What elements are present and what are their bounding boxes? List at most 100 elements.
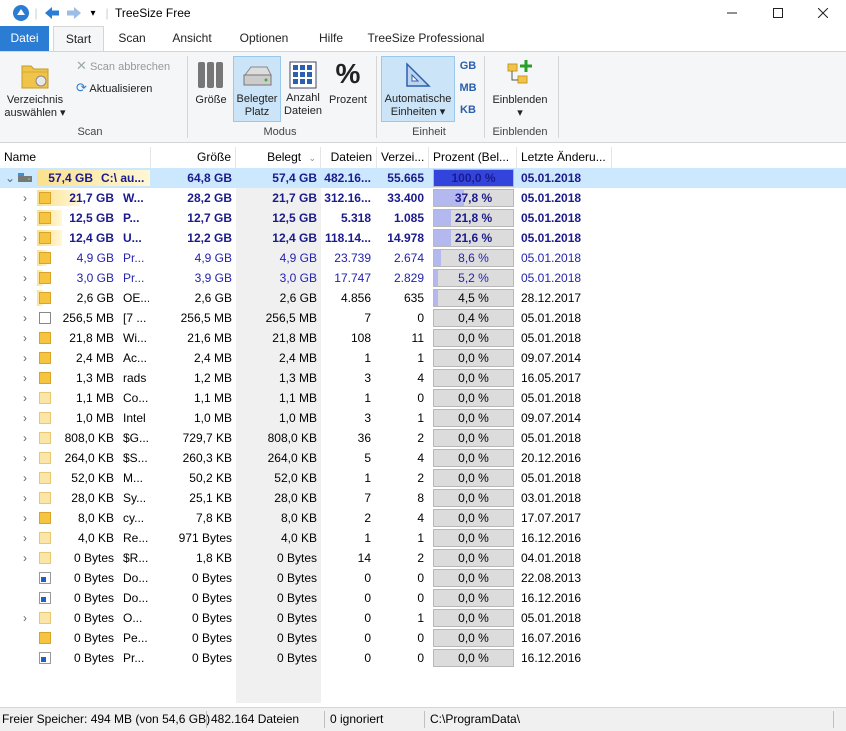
table-row[interactable]: › 808,0 KB $G... 729,7 KB 808,0 KB 36 2 0,0 % 05… xyxy=(0,428,846,448)
column-folders[interactable]: Verzei... xyxy=(377,147,429,168)
expand-icon[interactable]: › xyxy=(23,508,35,528)
close-button[interactable] xyxy=(800,0,846,26)
expand-icon[interactable]: › xyxy=(23,468,35,488)
mode-file-count-button[interactable]: Anzahl Dateien xyxy=(283,56,323,122)
table-row[interactable]: › 4,9 GB Pr... 4,9 GB 4,9 GB 23.739 2.674 8,6 %… xyxy=(0,248,846,268)
table-row[interactable]: › 1,3 MB rads 1,2 MB 1,3 MB 3 4 0,0 % 16.05.2017 xyxy=(0,368,846,388)
group-label-modus: Modus xyxy=(263,126,297,138)
show-button[interactable]: Einblenden ▾ xyxy=(489,56,551,122)
column-allocated[interactable]: Belegt ⌄ xyxy=(236,147,321,168)
table-row[interactable]: › 21,7 GB W... 28,2 GB 21,7 GB 312.16... 33.40… xyxy=(0,188,846,208)
percent-bar: 0,0 % xyxy=(433,649,514,667)
expand-icon[interactable]: › xyxy=(23,288,35,308)
expand-icon[interactable]: › xyxy=(23,268,35,288)
expand-icon[interactable]: › xyxy=(23,488,35,508)
tab-datei[interactable]: Datei xyxy=(0,26,49,51)
tab-scan[interactable]: Scan xyxy=(108,26,156,51)
table-row[interactable]: › 8,0 KB cy... 7,8 KB 8,0 KB 2 4 0,0 % 17.07.201… xyxy=(0,508,846,528)
size-label: 4,9 GB xyxy=(76,251,114,265)
tab-hilfe[interactable]: Hilfe xyxy=(306,26,356,51)
folder-icon xyxy=(39,372,51,384)
expand-icon[interactable]: › xyxy=(23,328,35,348)
percent-bar: 0,0 % xyxy=(433,589,514,607)
status-path: C:\ProgramData\ xyxy=(430,712,521,726)
table-row[interactable]: › 12,4 GB U... 12,2 GB 12,4 GB 118.14... 14.97… xyxy=(0,228,846,248)
auto-units-button[interactable]: Automatische Einheiten ▾ xyxy=(381,56,455,122)
tab-optionen[interactable]: Optionen xyxy=(230,26,298,51)
collapse-icon[interactable]: ⌄ xyxy=(5,168,17,188)
table-row[interactable]: › 21,8 MB Wi... 21,6 MB 21,8 MB 108 11 0,0 % 05.… xyxy=(0,328,846,348)
table-row[interactable]: › 4,0 KB Re... 971 Bytes 4,0 KB 1 1 0,0 % 16.12.… xyxy=(0,528,846,548)
back-icon[interactable] xyxy=(42,0,62,26)
item-name: $S... xyxy=(123,451,148,465)
table-row[interactable]: › 3,0 GB Pr... 3,9 GB 3,0 GB 17.747 2.829 5,2 %… xyxy=(0,268,846,288)
table-row[interactable]: › 52,0 KB M... 50,2 KB 52,0 KB 1 2 0,0 % 05.01.2… xyxy=(0,468,846,488)
table-row[interactable]: 0 Bytes Pe... 0 Bytes 0 Bytes 0 0 0,0 % 16.07.2… xyxy=(0,628,846,648)
quick-access-dropdown-icon[interactable]: ▾ xyxy=(86,0,100,26)
item-name: rads xyxy=(123,371,147,385)
table-row[interactable]: › 1,0 MB Intel 1,0 MB 1,0 MB 3 1 0,0 % 09.07.201… xyxy=(0,408,846,428)
maximize-button[interactable] xyxy=(755,0,801,26)
table-row[interactable]: 0 Bytes Do... 0 Bytes 0 Bytes 0 0 0,0 % 16.12.2… xyxy=(0,588,846,608)
abort-scan-button[interactable]: ✕ Scan abbrechen xyxy=(76,59,184,74)
size-label: 12,4 GB xyxy=(69,231,114,245)
item-name: P... xyxy=(123,211,140,225)
table-row[interactable]: › 1,1 MB Co... 1,1 MB 1,1 MB 1 0 0,0 % 05.01.201… xyxy=(0,388,846,408)
expand-icon[interactable]: › xyxy=(23,348,35,368)
column-last-change[interactable]: Letzte Änderu... xyxy=(517,147,612,168)
column-size[interactable]: Größe xyxy=(151,147,236,168)
expand-icon[interactable]: › xyxy=(23,608,35,628)
cell-files: 3 xyxy=(364,411,371,425)
expand-icon[interactable]: › xyxy=(23,448,35,468)
table-row[interactable]: ⌄ 57,4 GB C:\ au... 64,8 GB 57,4 GB 482.16...… xyxy=(0,168,846,188)
tab-treesize-professional[interactable]: TreeSize Professional xyxy=(364,26,488,51)
cell-allocated: 1,1 MB xyxy=(278,391,317,405)
cell-allocated: 0 Bytes xyxy=(276,571,317,585)
forward-icon[interactable] xyxy=(64,0,84,26)
column-files[interactable]: Dateien xyxy=(321,147,377,168)
tab-ansicht[interactable]: Ansicht xyxy=(164,26,220,51)
expand-icon[interactable]: › xyxy=(23,208,35,228)
table-row[interactable]: › 256,5 MB [7 ... 256,5 MB 256,5 MB 7 0 0,4 % 05… xyxy=(0,308,846,328)
table-row[interactable]: › 2,4 MB Ac... 2,4 MB 2,4 MB 1 1 0,0 % 09.07.201… xyxy=(0,348,846,368)
mode-percent-button[interactable]: % Prozent xyxy=(325,56,371,122)
column-name[interactable]: Name xyxy=(0,147,151,168)
unit-kb-button[interactable]: KB xyxy=(457,104,479,117)
percent-bar: 0,0 % xyxy=(433,329,514,347)
select-directory-button[interactable]: Verzeichnis auswählen ▾ xyxy=(4,56,66,122)
refresh-button[interactable]: ⟳ Aktualisieren xyxy=(76,81,184,96)
minimize-button[interactable] xyxy=(709,0,755,26)
expand-icon[interactable]: › xyxy=(23,188,35,208)
table-row[interactable]: › 0 Bytes $R... 1,8 KB 0 Bytes 14 2 0,0 % 04.01.… xyxy=(0,548,846,568)
cell-last-change: 05.01.2018 xyxy=(521,171,582,185)
expand-icon[interactable]: › xyxy=(23,408,35,428)
tab-start[interactable]: Start xyxy=(53,26,104,51)
table-row[interactable]: › 2,6 GB OE... 2,6 GB 2,6 GB 4.856 635 4,5 % 28.… xyxy=(0,288,846,308)
bars-icon xyxy=(196,60,226,90)
table-row[interactable]: › 28,0 KB Sy... 25,1 KB 28,0 KB 7 8 0,0 % 03.01.… xyxy=(0,488,846,508)
unit-mb-button[interactable]: MB xyxy=(457,82,479,95)
cell-allocated: 28,0 KB xyxy=(274,491,317,505)
expand-icon[interactable]: › xyxy=(23,548,35,568)
expand-icon[interactable]: › xyxy=(23,428,35,448)
expand-icon[interactable]: › xyxy=(23,248,35,268)
column-percent[interactable]: Prozent (Bel... xyxy=(429,147,517,168)
table-row[interactable]: › 12,5 GB P... 12,7 GB 12,5 GB 5.318 1.085 21,8… xyxy=(0,208,846,228)
table-row[interactable]: 0 Bytes Do... 0 Bytes 0 Bytes 0 0 0,0 % 22.08.2… xyxy=(0,568,846,588)
table-row[interactable]: 0 Bytes Pr... 0 Bytes 0 Bytes 0 0 0,0 % 16.12.2… xyxy=(0,648,846,668)
expand-icon[interactable]: › xyxy=(23,308,35,328)
cell-files: 312.16... xyxy=(324,191,371,205)
unit-gb-button[interactable]: GB xyxy=(457,60,479,73)
mode-size-button[interactable]: Größe xyxy=(192,56,230,122)
expand-icon[interactable]: › xyxy=(23,388,35,408)
size-label: 28,0 KB xyxy=(71,491,114,505)
expand-icon[interactable]: › xyxy=(23,368,35,388)
expand-icon[interactable]: › xyxy=(23,528,35,548)
expand-icon[interactable]: › xyxy=(23,228,35,248)
percent-bar: 37,8 % xyxy=(433,189,514,207)
percent-label: 8,6 % xyxy=(458,251,489,265)
group-label-einblenden: Einblenden xyxy=(492,126,548,138)
mode-allocated-button[interactable]: Belegter Platz xyxy=(233,56,281,122)
table-row[interactable]: › 0 Bytes O... 0 Bytes 0 Bytes 0 1 0,0 % 05.01.2… xyxy=(0,608,846,628)
table-row[interactable]: › 264,0 KB $S... 260,3 KB 264,0 KB 5 4 0,0 % 20.… xyxy=(0,448,846,468)
